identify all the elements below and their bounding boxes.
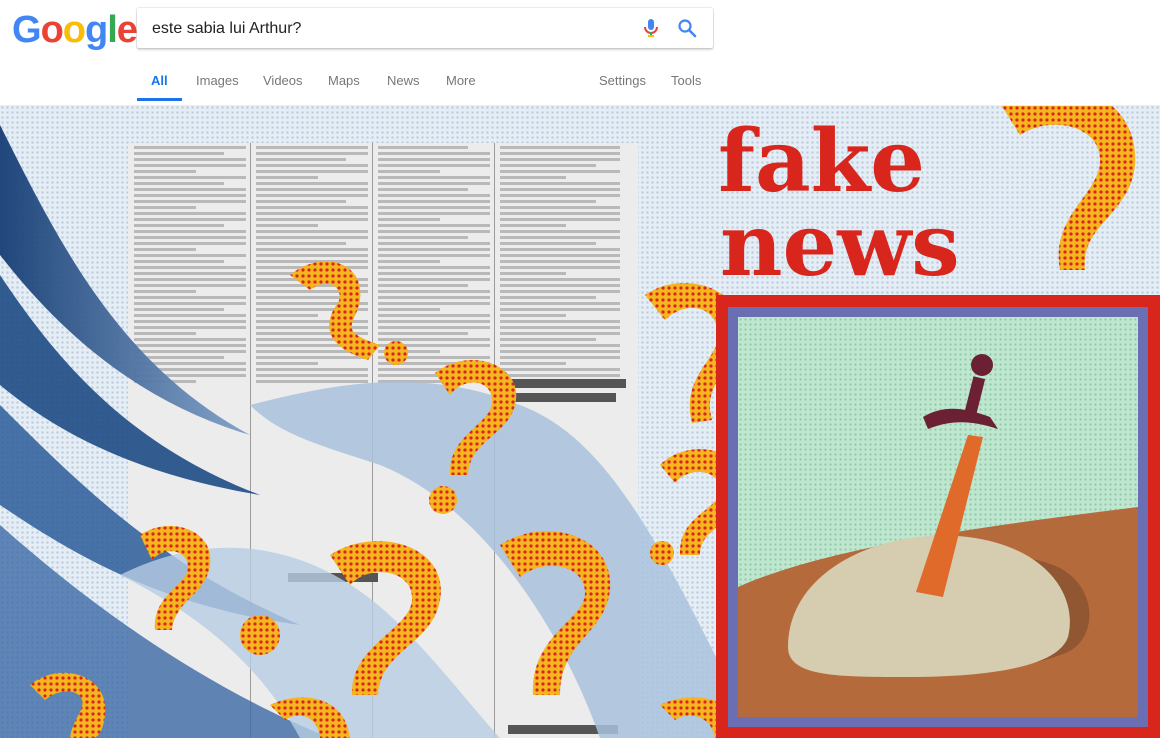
mic-icon[interactable] [642,18,660,38]
active-tab-indicator [137,98,182,101]
fake-news-headline: fake news [718,111,960,296]
search-tabs: All Images Videos Maps News More Setting… [0,60,1160,104]
headline-news: news [720,195,960,296]
logo-letter: l [107,9,118,51]
sword-in-stone-frame [716,295,1160,738]
sword-in-stone-image [728,307,1148,727]
logo-letter: e [116,9,138,51]
search-header: Google All Images Videos Maps News More … [0,0,1160,106]
tab-images[interactable]: Images [196,73,239,88]
tab-settings[interactable]: Settings [599,73,646,88]
search-icon[interactable] [677,18,697,38]
fake-news-illustration: fake news [0,105,1160,738]
sword-in-stone-art [738,317,1138,717]
search-input[interactable] [150,8,634,50]
tab-all[interactable]: All [151,73,168,88]
google-logo[interactable]: Google [12,9,138,51]
logo-letter: g [85,9,108,51]
search-box [137,8,713,50]
logo-letter: o [62,9,86,51]
logo-letter: G [12,9,42,51]
logo-letter: o [40,9,64,51]
tab-maps[interactable]: Maps [328,73,360,88]
tab-tools[interactable]: Tools [671,73,701,88]
tab-more[interactable]: More [446,73,476,88]
question-mark-icon [290,261,408,365]
tab-videos[interactable]: Videos [263,73,303,88]
tab-news[interactable]: News [387,73,420,88]
